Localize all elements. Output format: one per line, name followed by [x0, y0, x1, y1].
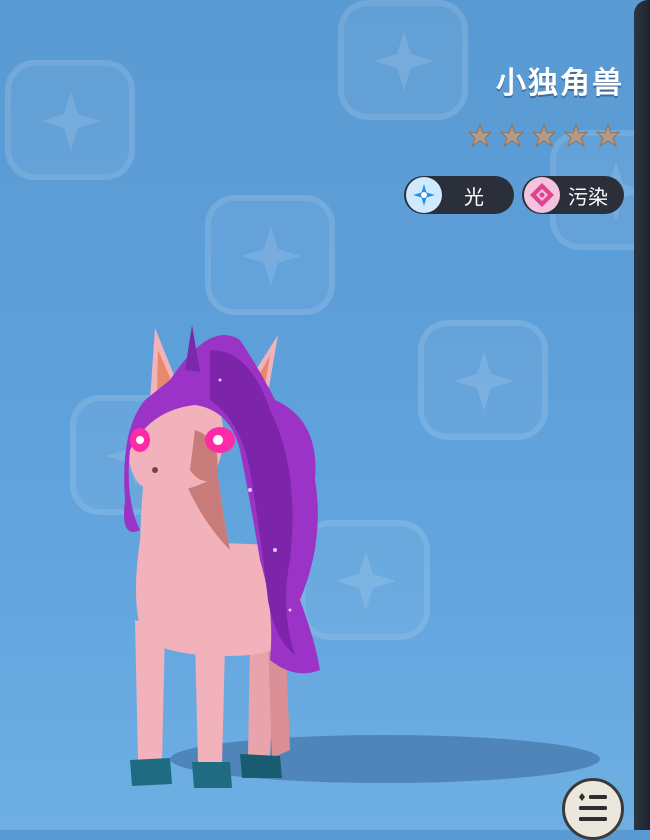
menu-list-icon: [579, 793, 607, 821]
element-tag-light[interactable]: 光: [404, 176, 514, 214]
element-tags: 光 污染: [404, 176, 624, 214]
star-icon: [499, 123, 525, 148]
bg-sparkle-tile: [205, 195, 335, 315]
bg-sparkle-tile: [338, 0, 468, 120]
side-panel-edge: [634, 0, 650, 830]
star-icon: [467, 123, 493, 148]
creature-name: 小独角兽: [496, 66, 624, 101]
star-icon: [563, 123, 589, 148]
pollution-element-icon: [524, 177, 560, 213]
star-icon: [531, 123, 557, 148]
light-element-icon: [406, 177, 442, 213]
menu-button[interactable]: [562, 778, 624, 840]
element-tag-pollution[interactable]: 污染: [522, 176, 624, 214]
bg-sparkle-tile: [5, 60, 135, 180]
star-icon: [595, 123, 621, 148]
element-label: 光: [464, 184, 484, 209]
unicorn-creature-model: [124, 325, 320, 788]
element-label: 污染: [568, 184, 608, 209]
bg-sparkle-tile: [418, 320, 548, 440]
rarity-stars: [466, 122, 622, 150]
